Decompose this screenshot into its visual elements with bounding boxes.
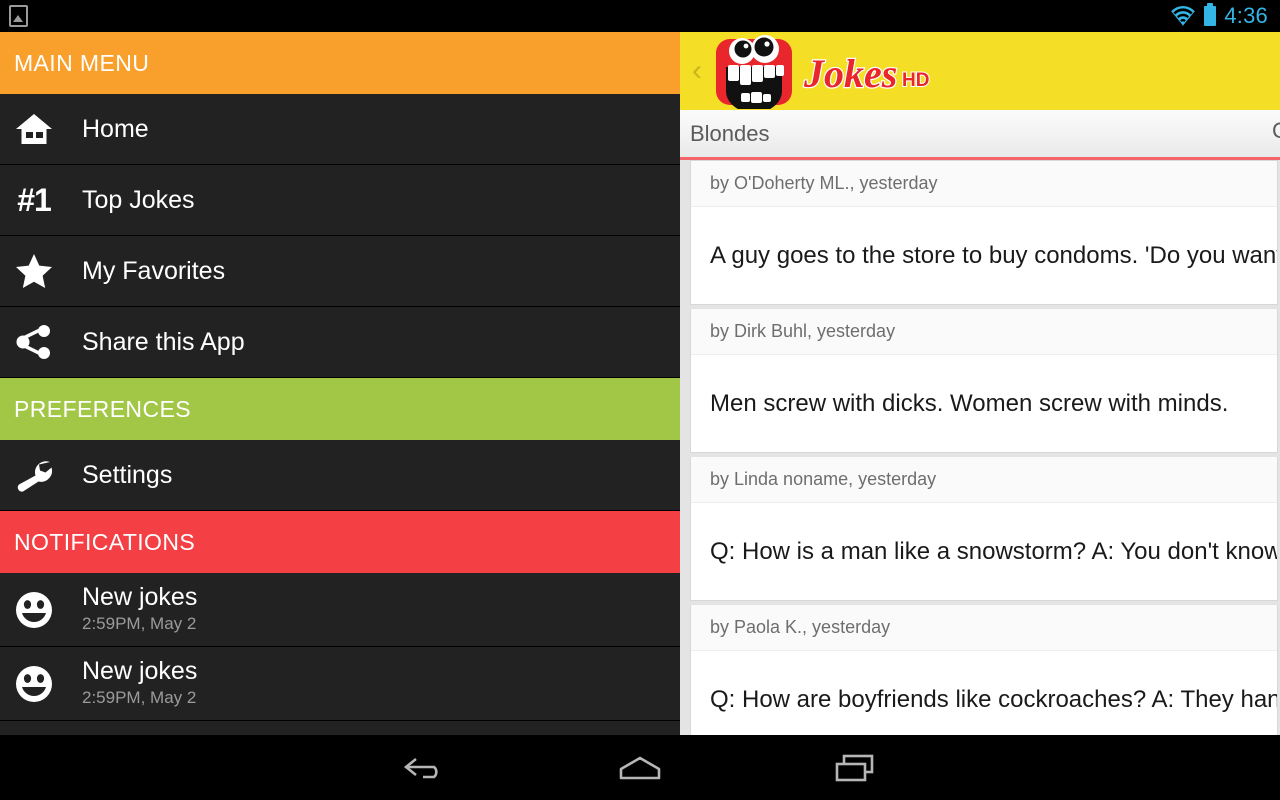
back-chevron-icon[interactable]: ‹ (680, 56, 714, 86)
notification-title: New jokes (82, 583, 198, 611)
notification-text: New jokes 2:59PM, May 2 (68, 657, 197, 710)
section-header-notifications-label: NOTIFICATIONS (14, 528, 196, 555)
section-header-preferences-label: PREFERENCES (14, 395, 191, 422)
category-tab-bar: Blondes C (680, 110, 1280, 160)
joke-meta: by Dirk Buhl, yesterday (691, 309, 1277, 355)
section-header-notifications: NOTIFICATIONS (0, 511, 680, 573)
list-item[interactable]: by O'Doherty ML., yesterday A guy goes t… (690, 160, 1278, 305)
logo-wordmark: Jokes (803, 51, 897, 96)
joke-meta: by Linda noname, yesterday (691, 457, 1277, 503)
joke-list[interactable]: by O'Doherty ML., yesterday A guy goes t… (680, 160, 1280, 735)
joke-text: Q: How are boyfriends like cockroaches? … (710, 685, 1277, 713)
joke-meta: by O'Doherty ML., yesterday (691, 161, 1277, 207)
status-bar-system[interactable]: 4:36 (1170, 3, 1280, 29)
navigation-drawer: MAIN MENU Home #1 Top Jokes My Favorites… (0, 32, 680, 735)
home-icon (0, 112, 68, 146)
home-icon[interactable] (595, 754, 685, 782)
sidebar-item-my-favorites-label: My Favorites (82, 256, 226, 285)
sidebar-item-home[interactable]: Home (0, 94, 680, 165)
sidebar-item-top-jokes[interactable]: #1 Top Jokes (0, 165, 680, 236)
status-bar: 4:36 (0, 0, 1280, 32)
tab-next-category[interactable]: C (1272, 118, 1280, 144)
notification-text: New jokes 2:59PM, May 2 (68, 583, 197, 636)
app-bar: ‹ Jokes HD (680, 32, 1280, 110)
joke-meta: by Paola K., yesterday (691, 605, 1277, 651)
star-icon (0, 253, 68, 289)
logo-badge: HD (902, 70, 929, 91)
joke-text: Q: How is a man like a snowstorm? A: You… (710, 537, 1277, 565)
share-icon (0, 324, 68, 360)
list-item[interactable]: by Linda noname, yesterday Q: How is a m… (690, 457, 1278, 601)
notification-time: 2:59PM, May 2 (82, 614, 197, 633)
notification-time: 2:59PM, May 2 (82, 688, 197, 707)
smiley-icon (0, 590, 68, 630)
sidebar-item-share-this-app[interactable]: Share this App (0, 307, 680, 378)
jokes-hd-logo: Jokes HD (712, 33, 942, 109)
image-notification-icon (9, 5, 28, 27)
sidebar-item-settings-label: Settings (82, 460, 173, 489)
notification-title: New jokes (82, 657, 198, 685)
section-header-preferences: PREFERENCES (0, 378, 680, 440)
number-one-icon: #1 (0, 184, 68, 216)
status-bar-clock: 4:36 (1224, 3, 1268, 28)
smiley-icon (0, 664, 68, 704)
wrench-icon (0, 458, 68, 492)
list-item[interactable]: by Dirk Buhl, yesterday Men screw with d… (690, 309, 1278, 453)
list-item[interactable]: New jokes 2:59PM, May 2 (0, 573, 680, 647)
status-bar-notifications[interactable] (0, 5, 28, 27)
recent-apps-icon[interactable] (810, 753, 900, 783)
number-one-icon-text: #1 (17, 182, 52, 218)
joke-text: Men screw with dicks. Women screw with m… (710, 389, 1229, 417)
sidebar-item-home-label: Home (82, 114, 149, 143)
section-header-main-menu: MAIN MENU (0, 32, 680, 94)
sidebar-item-top-jokes-label: Top Jokes (82, 185, 195, 214)
wifi-icon (1171, 6, 1196, 26)
app-content-pane: ‹ Jokes HD Blondes by O'Doherty ML., yes… (680, 32, 1280, 735)
sidebar-item-settings[interactable]: Settings (0, 440, 680, 511)
section-header-main-menu-label: MAIN MENU (14, 49, 150, 76)
list-item[interactable]: by Paola K., yesterday Q: How are boyfri… (690, 605, 1278, 735)
sidebar-item-share-this-app-label: Share this App (82, 327, 245, 356)
back-icon[interactable] (380, 753, 470, 783)
system-navigation-bar (0, 735, 1280, 800)
joke-text: A guy goes to the store to buy condoms. … (710, 241, 1277, 269)
sidebar-item-my-favorites[interactable]: My Favorites (0, 236, 680, 307)
android-screen: 4:36 MAIN MENU Home #1 Top Jokes My Favo… (0, 0, 1280, 800)
tab-blondes[interactable]: Blondes (680, 121, 770, 147)
battery-icon (1204, 3, 1217, 26)
list-item[interactable]: New jokes 2:59PM, May 2 (0, 647, 680, 721)
